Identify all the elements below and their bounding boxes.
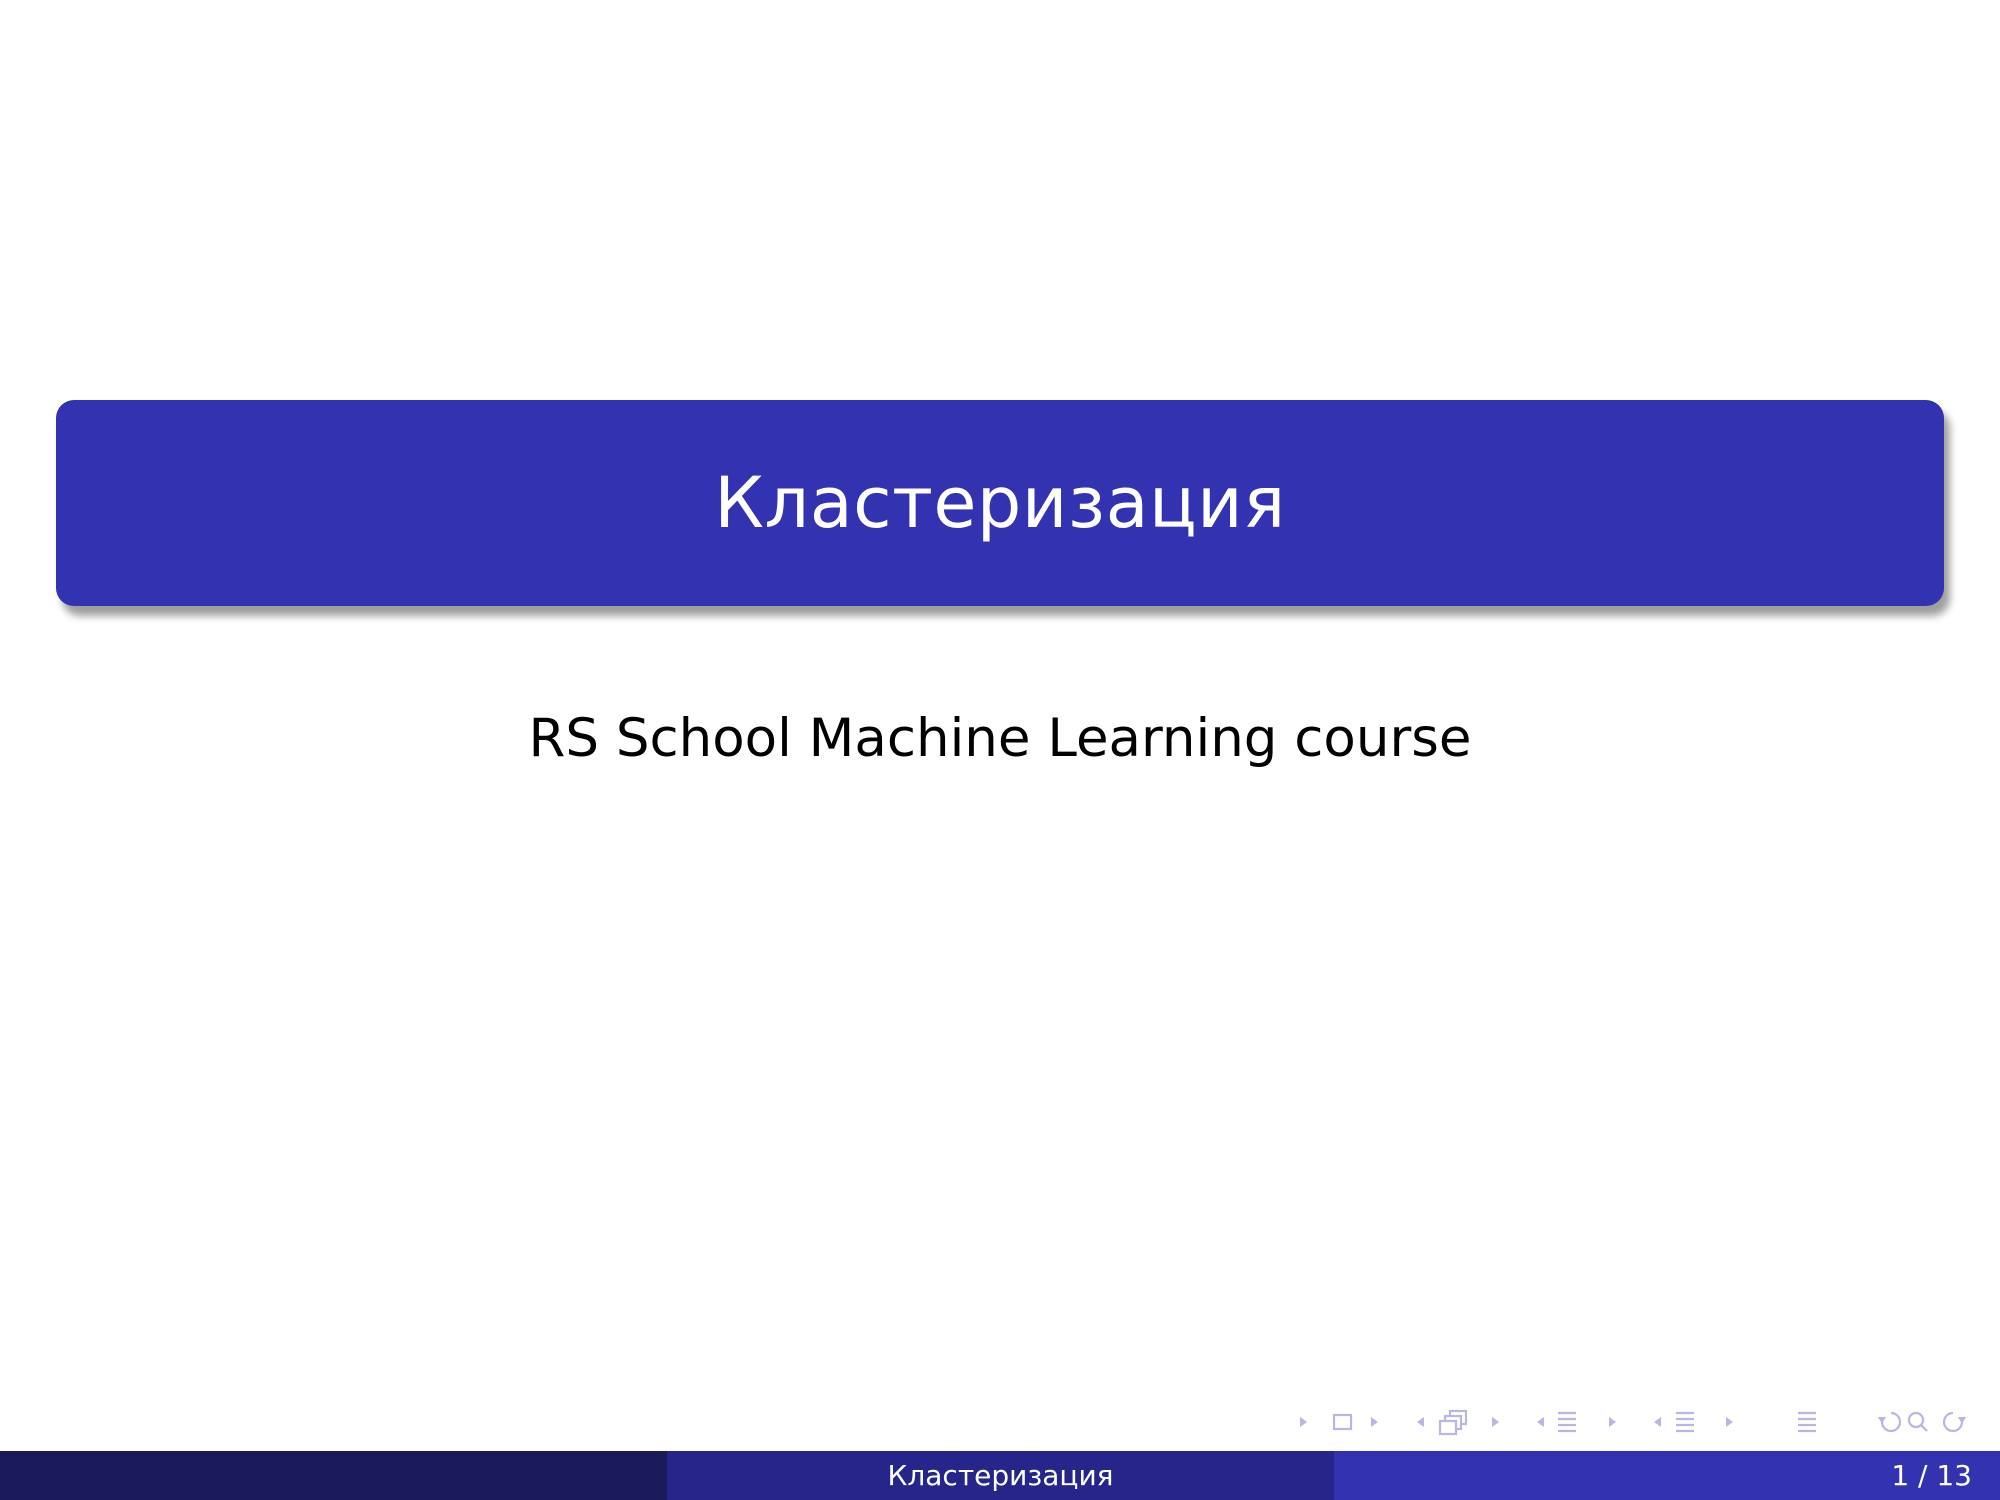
- footer-title: Кластеризация: [667, 1451, 1334, 1500]
- slide-subtitle: RS School Machine Learning course: [528, 708, 1472, 769]
- subsection-icon[interactable]: [1438, 1409, 1468, 1436]
- prev-doc-arrow-icon[interactable]: [1654, 1417, 1661, 1427]
- footer-page-number: 1 / 13: [1334, 1451, 2000, 1500]
- prev-subsection-arrow-icon[interactable]: [1417, 1417, 1424, 1427]
- document-icon[interactable]: [1676, 1411, 1694, 1433]
- prev-section-arrow-icon[interactable]: [1537, 1417, 1544, 1427]
- frame-icon[interactable]: [1332, 1413, 1353, 1431]
- footline: Кластеризация 1 / 13: [0, 1451, 2000, 1500]
- slide-title: Кластеризация: [714, 462, 1286, 544]
- page-indicator: 1 / 13: [1891, 1459, 1972, 1492]
- next-section-arrow-icon[interactable]: [1609, 1417, 1616, 1427]
- forward-icon[interactable]: [1942, 1411, 1966, 1433]
- prev-frame-arrow-icon[interactable]: [1300, 1417, 1307, 1427]
- next-doc-arrow-icon[interactable]: [1726, 1417, 1733, 1427]
- back-icon[interactable]: [1878, 1411, 1902, 1433]
- footer-title-text: Кластеризация: [887, 1459, 1114, 1492]
- appendix-icon[interactable]: [1798, 1411, 1816, 1433]
- section-icon[interactable]: [1558, 1411, 1576, 1433]
- navigation-symbols: [1290, 1404, 1990, 1440]
- title-box: Кластеризация: [56, 400, 1944, 606]
- next-subsection-arrow-icon[interactable]: [1492, 1417, 1499, 1427]
- slide: Кластеризация RS School Machine Learning…: [0, 0, 2000, 1500]
- next-frame-arrow-icon[interactable]: [1371, 1417, 1378, 1427]
- search-icon[interactable]: [1907, 1411, 1928, 1432]
- footer-left: [0, 1451, 667, 1500]
